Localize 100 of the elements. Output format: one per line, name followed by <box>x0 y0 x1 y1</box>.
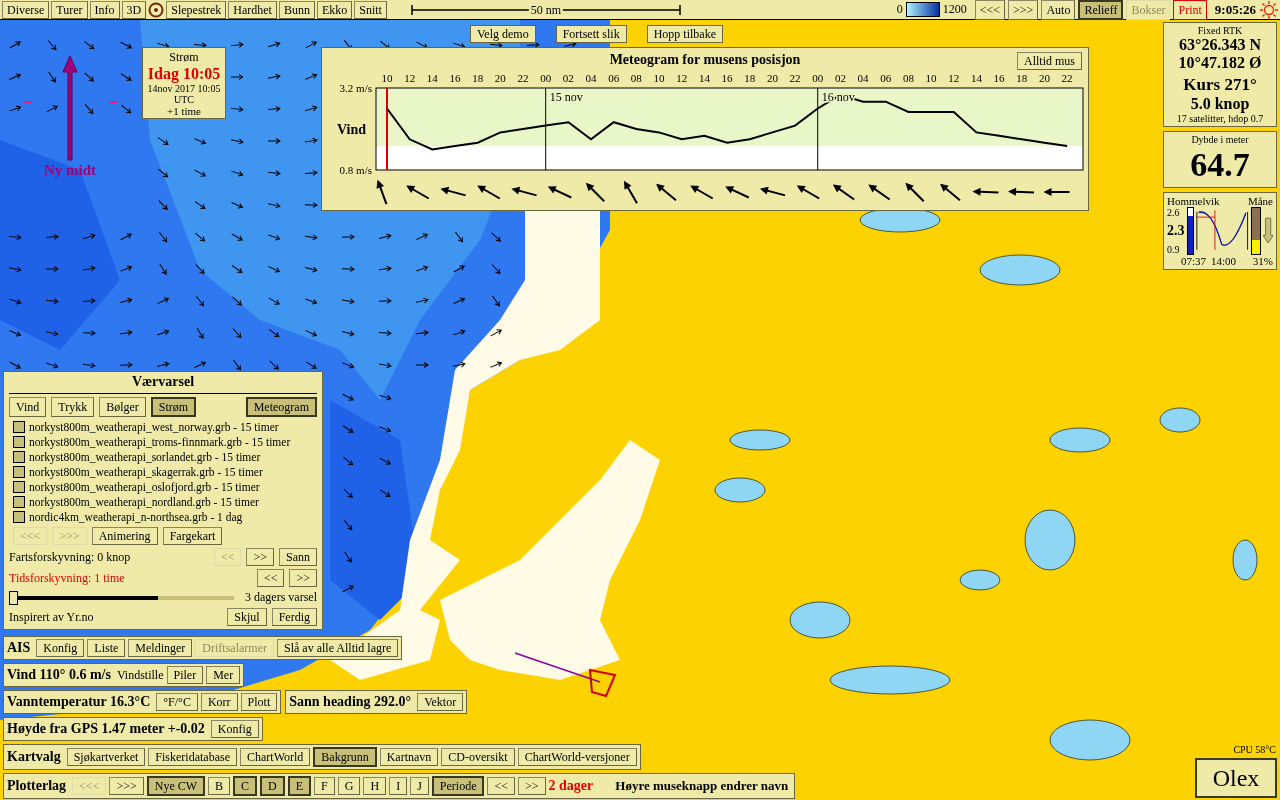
arrow-icon <box>343 519 353 531</box>
arrow-icon <box>45 266 59 273</box>
button[interactable]: << <box>256 569 285 587</box>
button[interactable]: Meteogram <box>245 397 317 417</box>
button[interactable]: Hardhet <box>228 0 277 19</box>
button[interactable]: I <box>389 777 408 795</box>
file-label: norkyst800m_weatherapi_nordland.grb - 15 timer <box>29 495 259 509</box>
x-tick-label: 14 <box>970 72 982 84</box>
button[interactable]: Alltid mus <box>1017 52 1082 70</box>
slider-handle[interactable] <box>9 590 18 605</box>
button[interactable]: Vektor <box>417 693 464 711</box>
arrow-icon <box>193 42 207 49</box>
button[interactable]: H <box>363 777 387 795</box>
button[interactable]: >> <box>518 777 546 795</box>
button[interactable]: Trykk <box>51 397 95 417</box>
button[interactable]: Hopp tilbake <box>646 25 723 43</box>
current-date: 14nov 2017 10:05 UTC <box>146 82 222 105</box>
button[interactable]: Fortsett slik <box>555 25 627 43</box>
arrow-icon <box>416 41 428 49</box>
x-tick-label: 04 <box>585 72 597 84</box>
button[interactable]: Sjøkartverket <box>66 748 146 766</box>
arrow-icon <box>378 330 392 337</box>
button[interactable]: G <box>337 777 361 795</box>
arrow-icon <box>341 330 355 337</box>
arrow-icon <box>415 265 429 272</box>
arrow-icon <box>120 104 132 114</box>
button[interactable]: Animering <box>91 527 158 545</box>
arrow-icon <box>492 295 500 307</box>
button[interactable]: <<< <box>974 0 1006 20</box>
button[interactable]: °F/°C <box>156 693 198 711</box>
checkbox[interactable] <box>13 511 25 523</box>
button[interactable]: Info <box>89 0 120 19</box>
button[interactable]: Sann <box>279 548 317 566</box>
button[interactable]: ChartWorld-versjoner <box>517 748 637 766</box>
button[interactable]: Konfig <box>210 720 259 738</box>
arrow-icon <box>8 266 22 273</box>
button[interactable]: Konfig <box>36 639 85 657</box>
button[interactable]: Slepestrek <box>166 0 227 19</box>
button[interactable]: Strøm <box>150 397 197 417</box>
button[interactable]: >> <box>246 548 274 566</box>
checkbox[interactable] <box>13 481 25 493</box>
button[interactable]: 3D <box>121 0 147 19</box>
x-tick-label: 10 <box>381 72 393 84</box>
checkbox[interactable] <box>13 451 25 463</box>
button[interactable]: Meldinger <box>128 639 193 657</box>
checkbox[interactable] <box>13 496 25 508</box>
button[interactable]: Fiskeridatabase <box>148 748 237 766</box>
button[interactable]: Plott <box>240 693 278 711</box>
button[interactable]: Fargekart <box>162 527 223 545</box>
file-label: norkyst800m_weatherapi_sorlandet.grb - 15 timer <box>29 450 261 464</box>
button[interactable]: Piler <box>166 666 204 684</box>
x-tick-label: 16 <box>721 72 733 84</box>
arrow-icon <box>267 105 281 112</box>
button[interactable]: Bunn <box>278 0 315 19</box>
button[interactable]: C <box>233 776 258 796</box>
button[interactable]: Print <box>1173 0 1207 20</box>
button[interactable]: Periode <box>431 776 485 796</box>
button[interactable]: Turer <box>51 0 88 19</box>
button[interactable]: Relieff <box>1078 0 1124 20</box>
checkbox[interactable] <box>13 421 25 433</box>
button[interactable]: Snitt <box>354 0 387 19</box>
button[interactable]: CD-oversikt <box>441 748 515 766</box>
button[interactable]: B <box>208 777 231 795</box>
button[interactable]: Liste <box>87 639 126 657</box>
button[interactable]: E <box>287 776 312 796</box>
button[interactable]: Mer <box>206 666 241 684</box>
button[interactable]: Velg demo <box>470 25 536 43</box>
button[interactable]: >>> <box>1008 0 1039 20</box>
button[interactable]: Bølger <box>99 397 146 417</box>
time-slider[interactable] <box>9 590 234 605</box>
button[interactable]: Korr <box>200 693 238 711</box>
button[interactable]: << <box>487 777 515 795</box>
button[interactable]: Kartnavn <box>379 748 439 766</box>
button[interactable]: Skjul <box>227 608 267 626</box>
credit-text: Inspirert av Yr.no <box>9 609 94 625</box>
button[interactable]: Nye CW <box>146 776 206 796</box>
arrow-icon <box>341 362 355 369</box>
button[interactable]: Diverse <box>2 0 50 19</box>
checkbox[interactable] <box>13 436 25 448</box>
button[interactable]: F <box>314 777 335 795</box>
arrow-icon <box>194 201 206 209</box>
button[interactable]: Auto <box>1041 0 1076 20</box>
arrow-icon <box>119 265 133 272</box>
arrow-icon <box>230 170 244 177</box>
button[interactable]: Ferdig <box>271 608 317 626</box>
button[interactable]: >> <box>289 569 317 587</box>
button[interactable]: Bakgrunn <box>313 747 377 767</box>
button[interactable]: J <box>410 777 429 795</box>
button[interactable]: Ekko <box>316 0 353 19</box>
arrow-icon <box>158 231 168 243</box>
arrow-icon <box>231 202 243 209</box>
button[interactable]: Vind <box>9 397 47 417</box>
toolbar-title: Høyde fra GPS 1.47 meter +-0.02 <box>7 721 205 737</box>
checkbox[interactable] <box>13 466 25 478</box>
target-icon[interactable] <box>148 1 165 18</box>
button[interactable]: D <box>260 776 285 796</box>
button[interactable]: ChartWorld <box>239 748 311 766</box>
button[interactable]: >>> <box>109 777 144 795</box>
button[interactable]: Slå av alle Alltid lagre <box>277 639 399 657</box>
arrow-icon <box>195 264 205 274</box>
